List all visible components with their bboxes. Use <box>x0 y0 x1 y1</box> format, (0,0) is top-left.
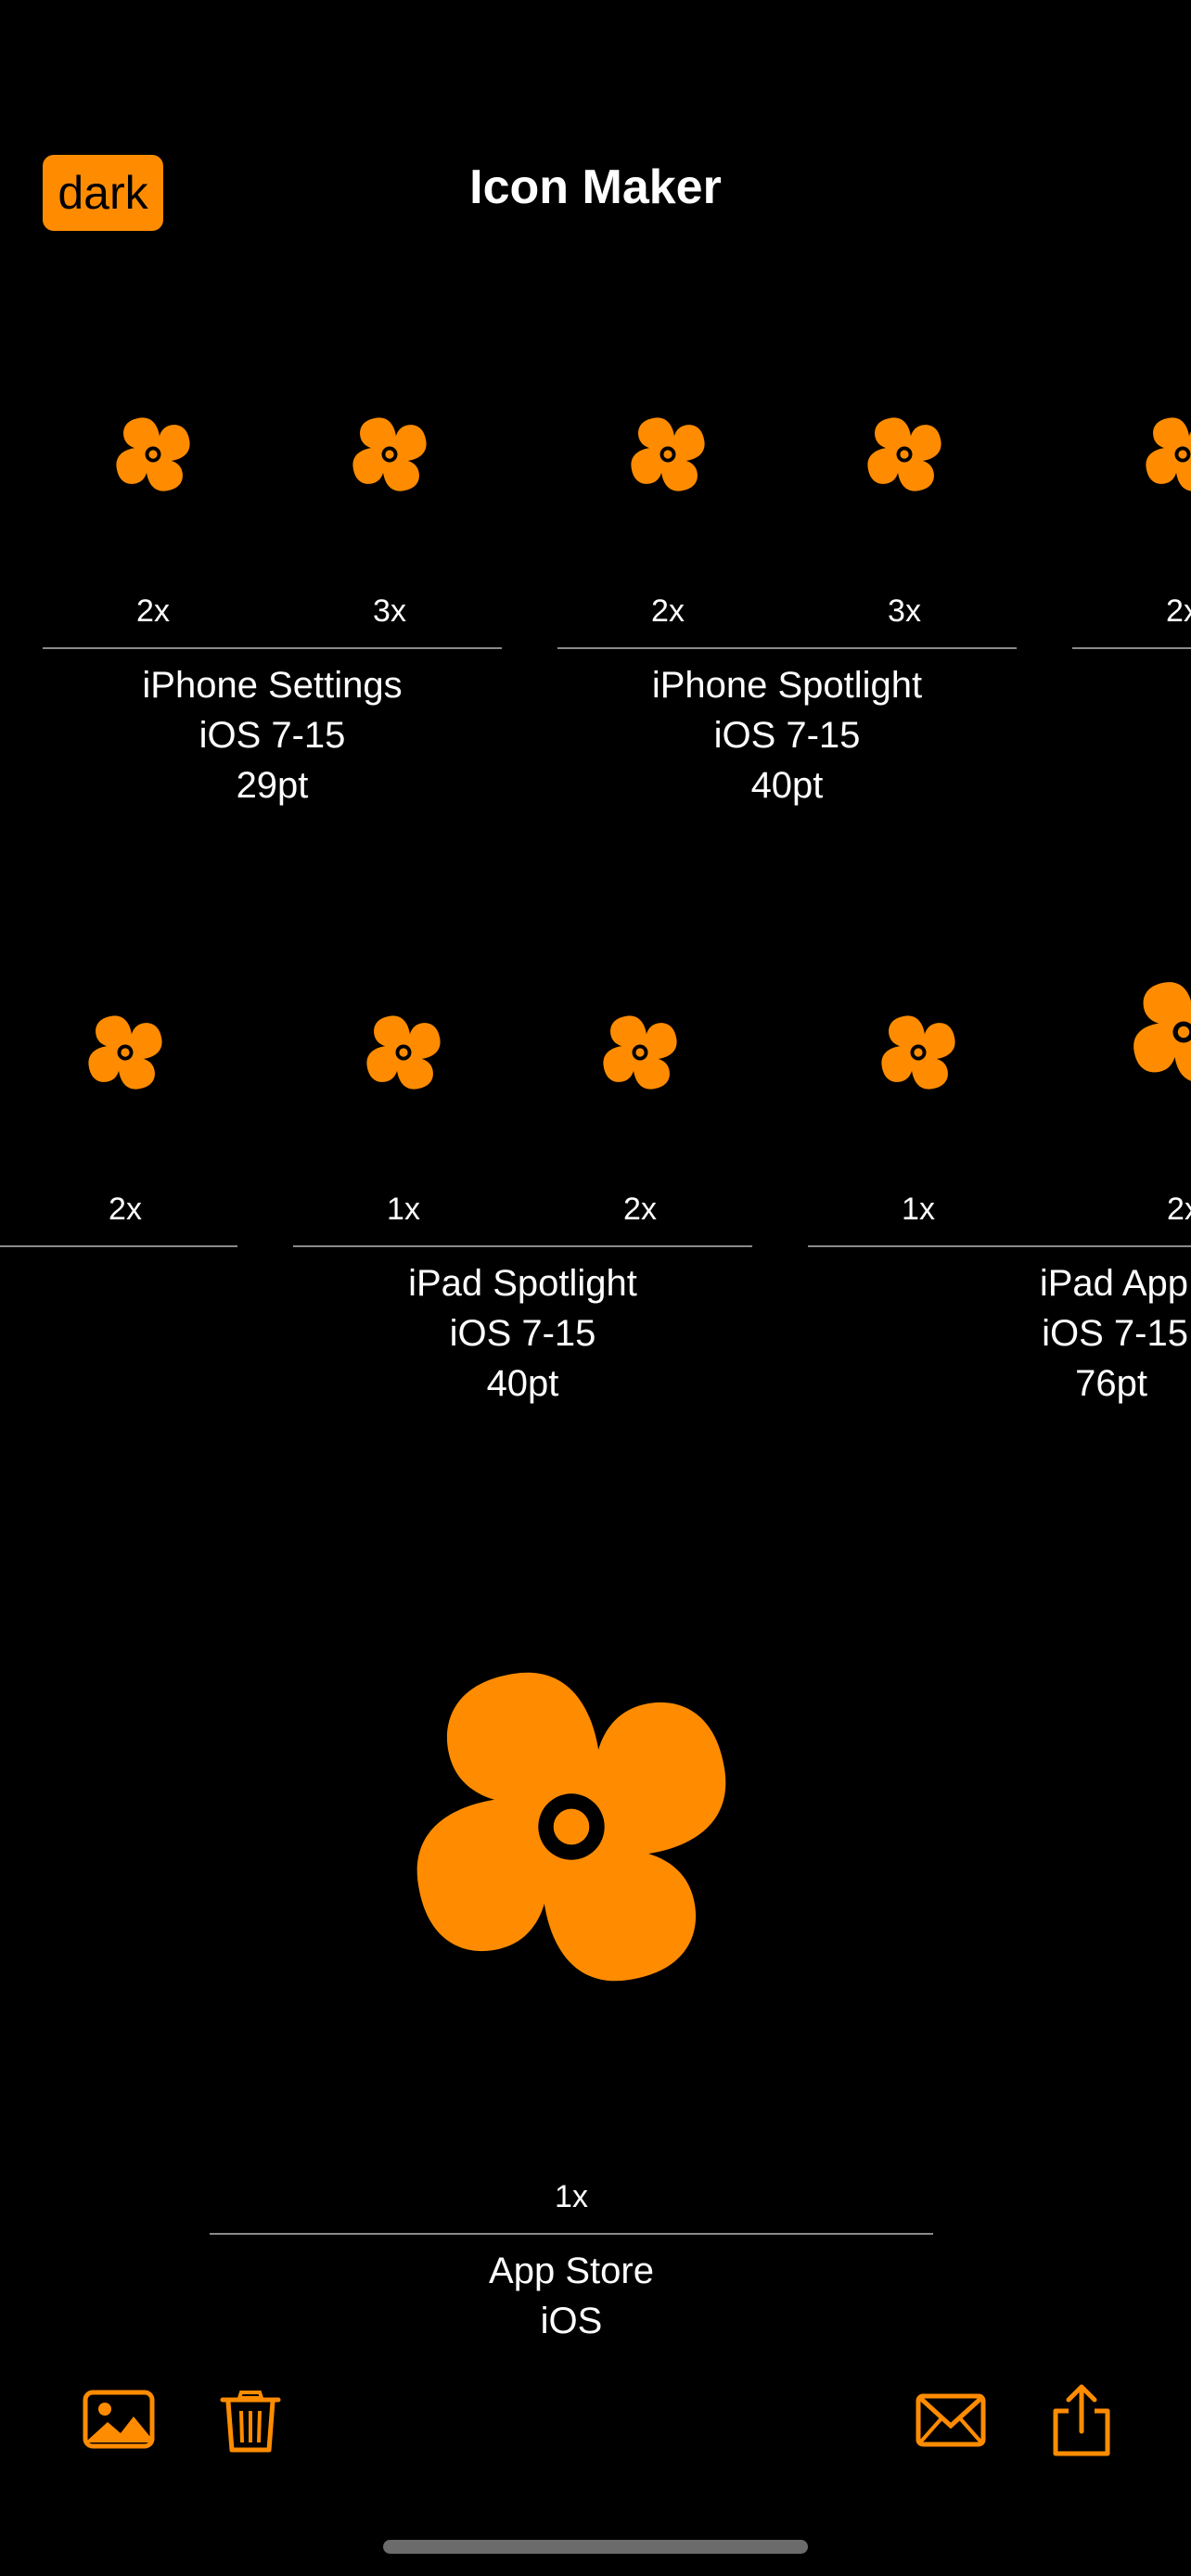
fan-icon <box>858 408 951 501</box>
icon-group-partial: 2x <box>1072 408 1191 825</box>
scale-label: 3x <box>888 593 921 629</box>
scale-label: 2x <box>651 593 685 629</box>
icon-group-name: iPad Spotlight <box>408 1263 637 1304</box>
icon-group-iphone-settings: 2x 3x iPhone Settings iOS 7-15 29pt <box>43 408 502 825</box>
icon-group-name: iPad App <box>1039 1263 1188 1304</box>
icon-slot-2x[interactable]: 2x <box>1091 1006 1191 1229</box>
divider <box>0 1245 237 1247</box>
mail-icon[interactable] <box>914 2383 988 2457</box>
scale-label: 2x <box>1166 593 1191 629</box>
icon-row-2: 2x ettings 7-15 9pt 1x 2x iPad Spotlight… <box>0 1006 1191 1433</box>
fan-icon <box>357 1006 450 1099</box>
icon-group-info: iPad Spotlight iOS 7-15 40pt <box>293 1258 752 1409</box>
icon-group-size: 29pt <box>236 765 309 806</box>
icon-slot-2x[interactable]: 2x <box>547 1006 733 1229</box>
divider <box>210 2233 933 2235</box>
home-indicator <box>383 2540 808 2554</box>
divider <box>1072 647 1191 649</box>
icon-row-1: 2x 3x iPhone Settings iOS 7-15 29pt 2x 3… <box>0 408 1191 835</box>
icon-group-ipad-spotlight: 1x 2x iPad Spotlight iOS 7-15 40pt <box>293 1006 752 1423</box>
icon-group-os: iOS 7-15 <box>198 715 346 756</box>
fan-icon <box>621 408 714 501</box>
icon-group-ipad-app: 1x 2x iPad App iOS 7-15 76pt <box>808 1006 1191 1423</box>
icon-slot-3x[interactable]: 3x <box>812 408 997 631</box>
scale-label: 1x <box>387 1192 420 1227</box>
fan-icon <box>1121 969 1191 1095</box>
icon-group-os: iOS 7-15 <box>713 715 861 756</box>
divider <box>293 1245 752 1247</box>
icon-slot-2x[interactable]: 2x <box>575 408 761 631</box>
scale-label: 2x <box>109 1192 142 1227</box>
icon-group-info: iPad App iOS 7-15 76pt <box>808 1258 1188 1409</box>
icon-group-ipad-settings: 2x ettings 7-15 9pt <box>0 1006 237 1423</box>
icon-group-info: iPhone Spotlight iOS 7-15 40pt <box>557 660 1017 810</box>
icon-slot-2x[interactable]: 2x <box>60 408 246 631</box>
icon-group-name: iPhone Spotlight <box>651 665 923 706</box>
icon-maker-screen: dark Icon Maker 2x 3x iPhone Settings iO… <box>0 0 1191 2576</box>
icon-group-size: 76pt <box>1075 1363 1147 1404</box>
fan-icon <box>107 408 199 501</box>
fan-icon <box>872 1006 965 1099</box>
photo-icon[interactable] <box>82 2383 156 2457</box>
app-store-group: 1x App Store iOS <box>210 1632 933 2355</box>
divider <box>557 647 1017 649</box>
fan-icon <box>1136 408 1191 501</box>
scale-label: 1x <box>555 2179 588 2214</box>
fan-icon <box>594 1006 686 1099</box>
icon-group-os: iOS 7-15 <box>1042 1313 1188 1354</box>
share-icon[interactable] <box>1044 2383 1119 2457</box>
scale-label: 1x <box>902 1192 935 1227</box>
icon-group-name: App Store <box>489 2251 654 2291</box>
icon-group-iphone-spotlight: 2x 3x iPhone Spotlight iOS 7-15 40pt <box>557 408 1017 825</box>
icon-slot-2x[interactable]: 2x <box>1090 408 1191 631</box>
fan-icon <box>343 408 436 501</box>
page-title: Icon Maker <box>469 160 722 214</box>
divider <box>808 1245 1191 1247</box>
icon-slot-2x[interactable]: 2x <box>32 1006 218 1229</box>
icon-slot-1x[interactable]: 1x <box>311 1006 496 1229</box>
scale-label: 3x <box>373 593 406 629</box>
icon-group-os: iOS <box>540 2301 603 2341</box>
icon-group-info: ettings 7-15 9pt <box>0 1258 237 1409</box>
scale-label: 2x <box>1167 1192 1191 1227</box>
icon-group-size: 40pt <box>750 765 824 806</box>
scale-label: 2x <box>136 593 170 629</box>
scale-label: 2x <box>623 1192 657 1227</box>
icon-group-info: App Store iOS <box>210 2246 933 2346</box>
divider <box>43 647 502 649</box>
icon-slot-1x[interactable]: 1x <box>826 1006 1011 1229</box>
icon-group-os: iOS 7-15 <box>449 1313 596 1354</box>
icon-slot-3x[interactable]: 3x <box>297 408 482 631</box>
trash-icon[interactable] <box>213 2383 288 2457</box>
icon-group-name: iPhone Settings <box>142 665 403 706</box>
icon-group-info: iPhone Settings iOS 7-15 29pt <box>43 660 502 810</box>
icon-group-size: 40pt <box>486 1363 559 1404</box>
fan-icon <box>79 1006 172 1099</box>
fan-icon[interactable] <box>377 1632 766 2021</box>
